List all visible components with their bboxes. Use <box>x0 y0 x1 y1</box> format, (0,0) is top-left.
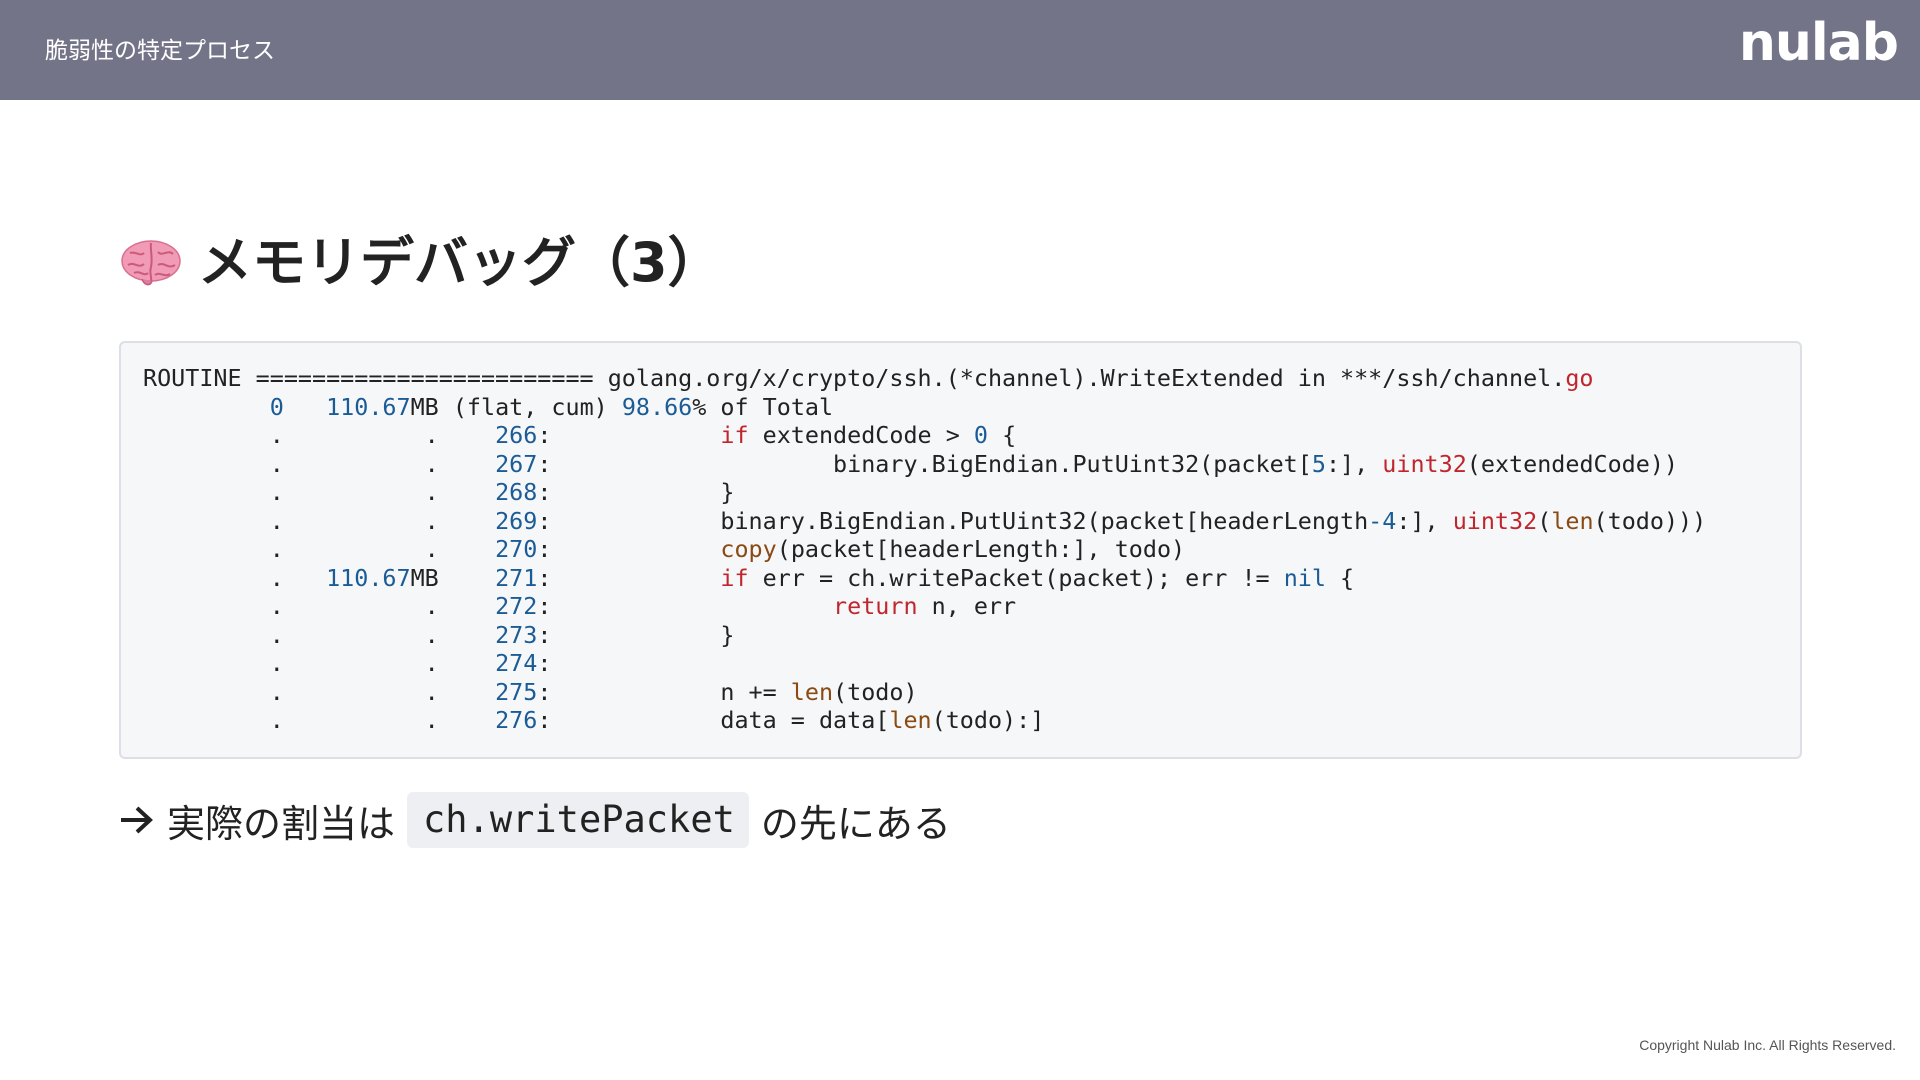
code-line: . . 275: n += len(todo) <box>143 678 1706 707</box>
code-token: : <box>537 592 834 620</box>
code-token: uint32 <box>1382 449 1467 478</box>
code-token: len <box>1551 506 1594 535</box>
code-token: : data = data[ <box>537 706 890 734</box>
conclusion-prefix: 実際の割当は <box>167 801 396 846</box>
code-token: 276 <box>495 706 538 734</box>
code-line: . . 267: binary.BigEndian.PutUint32(pack… <box>143 450 1706 479</box>
code-token: MB <box>410 563 496 592</box>
code-token: . . <box>143 506 496 535</box>
code-token: . . <box>143 649 496 677</box>
code-token: if <box>720 563 749 592</box>
code-token: -4 <box>1368 506 1397 535</box>
code-line: . . 266: if extendedCode > 0 { <box>143 421 1706 450</box>
code-token: nil <box>1283 563 1326 592</box>
code-token: 269 <box>495 506 538 535</box>
code-token: ROUTINE ======================== golang.… <box>143 364 1566 392</box>
code-token: err = ch.writePacket(packet); err != <box>748 563 1284 592</box>
code-token: . . <box>143 677 496 706</box>
conclusion-suffix: の先にある <box>760 801 951 846</box>
code-token: 0 <box>269 392 284 421</box>
code-token: 110.67 <box>326 392 411 421</box>
code-token: . . <box>143 449 496 478</box>
code-token: 110.67 <box>326 563 411 592</box>
code-token: 274 <box>495 649 538 677</box>
code-token: % of Total <box>692 392 834 421</box>
code-token: . <box>143 563 327 592</box>
code-token: len <box>790 677 834 706</box>
brain-icon <box>121 240 181 286</box>
code-token: : binary.BigEndian.PutUint32(packet[head… <box>537 506 1369 535</box>
code-line: 0 110.67MB (flat, cum) 98.66% of Total <box>143 393 1706 422</box>
code-token: (todo):] <box>931 706 1045 734</box>
code-token: :], <box>1325 449 1383 478</box>
inline-code-writepacket: ch.writePacket <box>407 792 749 848</box>
code-token: : } <box>537 620 735 649</box>
code-token: 270 <box>495 535 538 563</box>
code-line: . . 274: <box>143 649 1706 678</box>
code-token: go <box>1565 364 1594 392</box>
slide-title: メモリデバッグ（3） <box>198 231 722 294</box>
code-token: : n += <box>537 677 791 706</box>
section-title: 脆弱性の特定プロセス <box>45 38 275 64</box>
copyright-notice: Copyright Nulab Inc. All Rights Reserved… <box>1639 1037 1896 1053</box>
slide-heading: メモリデバッグ（3） <box>120 228 722 298</box>
code-line: . . 272: return n, err <box>143 592 1706 621</box>
code-token: : } <box>537 478 735 506</box>
code-token: { <box>987 421 1017 449</box>
code-line: . . 273: } <box>143 621 1706 650</box>
code-token: . . <box>143 478 496 506</box>
code-token: 275 <box>495 677 538 706</box>
code-token: 266 <box>495 421 538 449</box>
code-token: 0 <box>973 421 988 449</box>
code-token: len <box>889 706 932 734</box>
code-token: { <box>1325 563 1355 592</box>
code-block: ROUTINE ======================== golang.… <box>119 341 1802 759</box>
code-token: : <box>537 535 721 563</box>
code-token: 267 <box>495 449 538 478</box>
code-token: . . <box>143 592 496 620</box>
code-token: . . <box>143 620 496 649</box>
code-token: 268 <box>495 478 538 506</box>
code-token: . . <box>143 535 496 563</box>
code-line: . . 269: binary.BigEndian.PutUint32(pack… <box>143 507 1706 536</box>
code-token: (packet[headerLength:], todo) <box>776 535 1186 563</box>
code-token: ( <box>1537 506 1552 535</box>
code-token: MB (flat, cum) <box>410 392 622 421</box>
code-token: (todo) <box>833 677 918 706</box>
code-token: 98.66 <box>621 392 693 421</box>
code-token: : binary.BigEndian.PutUint32(packet[ <box>537 449 1312 478</box>
code-token: 272 <box>495 592 538 620</box>
nulab-logo: nulab <box>1738 13 1899 73</box>
code-token: : <box>537 649 552 677</box>
code-token: uint32 <box>1452 506 1538 535</box>
code-token: : <box>537 421 721 449</box>
code-token: extendedCode > <box>748 421 974 449</box>
code-token: :], <box>1396 506 1453 535</box>
code-token: copy <box>720 535 777 563</box>
code-line: . 110.67MB 271: if err = ch.writePacket(… <box>143 564 1706 593</box>
code-line: . . 270: copy(packet[headerLength:], tod… <box>143 535 1706 564</box>
code-token: 273 <box>495 620 538 649</box>
code-token: 5 <box>1311 449 1326 478</box>
code-token: if <box>720 421 749 449</box>
conclusion-line: 実際の割当は ch.writePacket の先にある <box>119 790 951 850</box>
code-token: (extendedCode)) <box>1466 449 1679 478</box>
code-line: ROUTINE ======================== golang.… <box>143 364 1706 393</box>
code-token: 271 <box>495 563 538 592</box>
code-line: . . 268: } <box>143 478 1706 507</box>
code-token: : <box>537 563 721 592</box>
code-token: . . <box>143 421 496 449</box>
code-line: . . 276: data = data[len(todo):] <box>143 706 1706 735</box>
code-token: (todo))) <box>1593 506 1707 535</box>
profiler-output: ROUTINE ======================== golang.… <box>143 364 1706 735</box>
right-arrow-icon <box>121 806 153 834</box>
code-token: n, err <box>917 592 1017 620</box>
code-token: . . <box>143 706 496 734</box>
header-bar: 脆弱性の特定プロセス nulab <box>0 0 1920 100</box>
code-token: return <box>833 592 918 620</box>
